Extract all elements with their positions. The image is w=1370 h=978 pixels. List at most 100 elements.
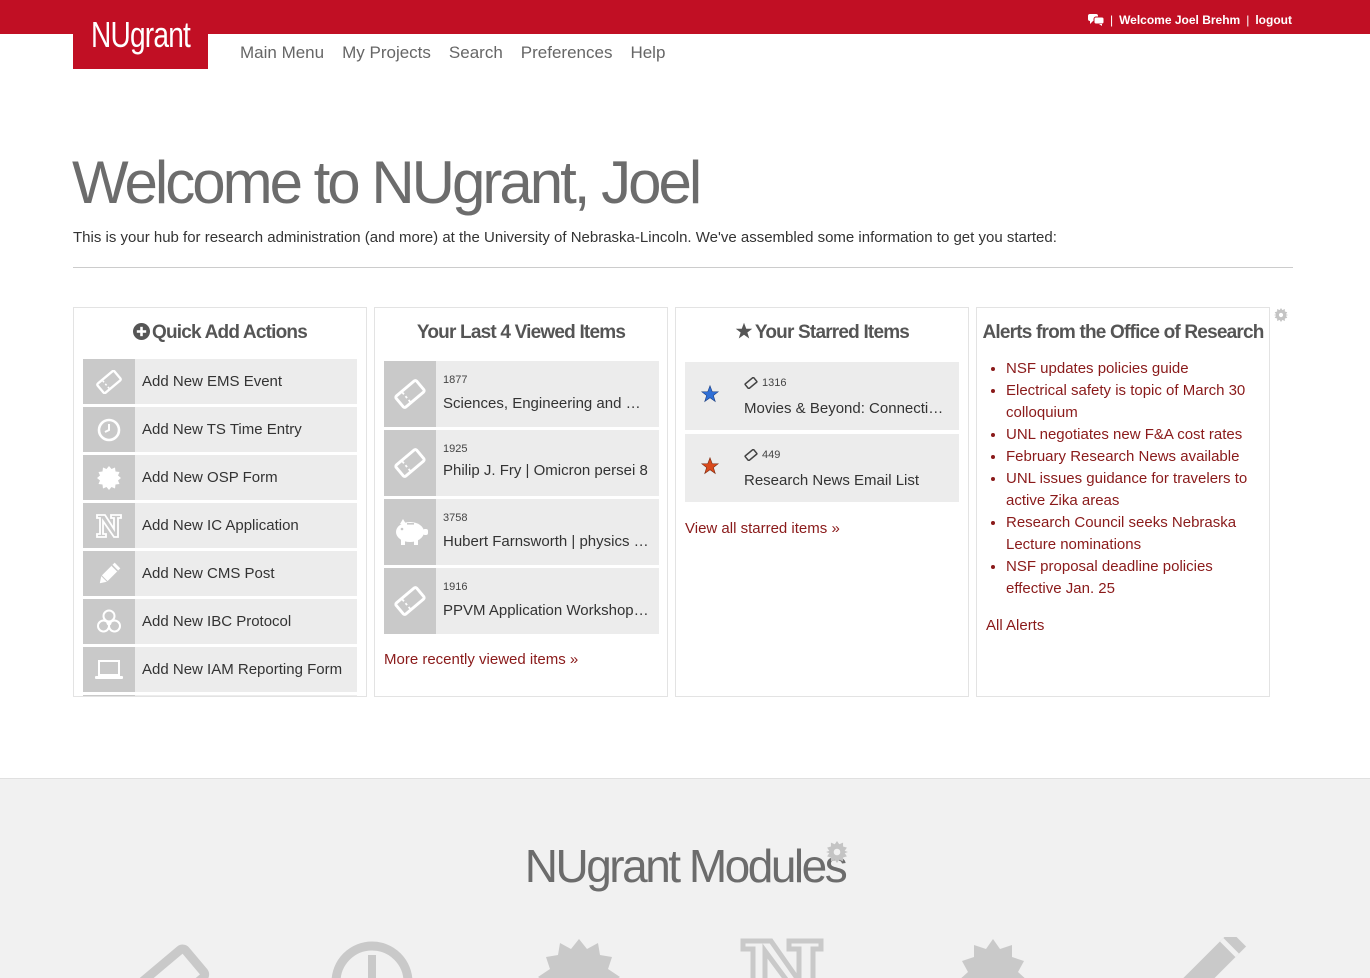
quick-add-title: Quick Add Actions — [152, 322, 308, 343]
main-nav: Main Menu My Projects Search Preferences… — [240, 43, 665, 63]
alert-item[interactable]: NSF updates policies guide — [1006, 358, 1266, 380]
viewed-item[interactable]: 3758 Hubert Farnsworth | physics of time — [384, 499, 659, 565]
nav-help[interactable]: Help — [630, 43, 665, 63]
alert-link[interactable]: NSF updates policies guide — [1006, 360, 1189, 377]
piggy-bank-icon — [384, 499, 436, 565]
nugrant-logo[interactable]: NUgrant — [73, 0, 208, 69]
all-alerts-link[interactable]: All Alerts — [986, 617, 1044, 634]
alert-item[interactable]: February Research News available — [1006, 446, 1266, 468]
quick-add-ibc-protocol[interactable]: Add New IBC Protocol — [83, 599, 357, 644]
separator: | — [1109, 13, 1114, 27]
more-icon — [83, 695, 135, 696]
quick-add-ems-event[interactable]: Add New EMS Event — [83, 359, 357, 404]
viewed-item[interactable]: 1916 PPVM Application Workshop 2016 — [384, 568, 659, 634]
starred-heading: Your Starred Items — [676, 322, 968, 344]
quick-add-iam-reporting-form[interactable]: Add New IAM Reporting Form — [83, 647, 357, 692]
plus-circle-icon — [133, 323, 151, 340]
divider — [73, 267, 1293, 268]
chat-icon[interactable] — [1087, 14, 1104, 26]
modules-section: NUgrant Modules — [0, 778, 1370, 978]
alerts-panel: Alerts from the Office of Research NSF u… — [976, 307, 1270, 697]
biohazard-icon — [83, 599, 135, 644]
quick-add-label: Add New EMS Event — [142, 373, 283, 390]
alert-link[interactable]: Research Council seeks Nebraska Lecture … — [1006, 514, 1236, 553]
modules-title: NUgrant Modules — [524, 840, 848, 892]
seal-icon — [83, 455, 135, 500]
item-title: Research News Email List — [744, 472, 920, 489]
gear-icon[interactable] — [826, 841, 848, 863]
quick-add-label: Add New IC Application — [142, 517, 299, 534]
item-id: 1316 — [762, 377, 787, 389]
last-viewed-panel: Your Last 4 Viewed Items 1877 Sciences, … — [374, 307, 668, 697]
alert-link[interactable]: February Research News available — [1006, 448, 1239, 465]
ticket-icon — [384, 430, 436, 496]
user-bar: | Welcome Joel Brehm | logout — [1087, 13, 1292, 27]
item-id: 1877 — [443, 374, 468, 386]
alert-link[interactable]: Electrical safety is topic of March 30 c… — [1006, 382, 1245, 421]
nav-preferences[interactable]: Preferences — [521, 43, 613, 63]
alert-item[interactable]: Electrical safety is topic of March 30 c… — [1006, 380, 1266, 424]
alert-item[interactable]: Research Council seeks Nebraska Lecture … — [1006, 512, 1266, 556]
starred-item[interactable]: 1316 Movies & Beyond: Connecting Art and… — [685, 362, 959, 430]
item-title: Movies & Beyond: Connecting Art and Scie… — [744, 400, 949, 417]
starred-panel: Your Starred Items 1316 Movies & Beyond:… — [675, 307, 969, 697]
alerts-heading: Alerts from the Office of Research — [982, 322, 1264, 343]
nav-main-menu[interactable]: Main Menu — [240, 43, 324, 63]
quick-add-label: Add New TS Time Entry — [142, 421, 302, 438]
quick-add-overflow[interactable] — [83, 695, 357, 696]
quick-add-cms-post[interactable]: Add New CMS Post — [83, 551, 357, 596]
quick-add-ic-application[interactable]: Add New IC Application — [83, 503, 357, 548]
quick-add-panel: Quick Add Actions Add New EMS Event Add … — [73, 307, 367, 697]
pencil-icon[interactable] — [1165, 937, 1255, 978]
more-recently-viewed-link[interactable]: More recently viewed items » — [384, 651, 578, 668]
separator: | — [1246, 13, 1250, 27]
alert-item[interactable]: UNL issues guidance for travelers to act… — [1006, 468, 1266, 512]
item-id: 449 — [762, 449, 781, 461]
star-icon — [735, 322, 753, 339]
nav-search[interactable]: Search — [449, 43, 503, 63]
alert-link[interactable]: UNL issues guidance for travelers to act… — [1006, 470, 1247, 509]
quick-add-label: Add New OSP Form — [142, 469, 278, 486]
quick-add-label: Add New CMS Post — [142, 565, 275, 582]
star-icon[interactable] — [701, 457, 719, 475]
gear-icon[interactable] — [1274, 308, 1288, 322]
item-title: Hubert Farnsworth | physics of time — [443, 533, 651, 550]
quick-add-ts-time-entry[interactable]: Add New TS Time Entry — [83, 407, 357, 452]
alert-item[interactable]: UNL negotiates new F&A cost rates — [1006, 424, 1266, 446]
ticket-icon — [83, 359, 135, 404]
page-title: Welcome to NUgrant, Joel — [72, 149, 702, 216]
item-id: 1925 — [443, 443, 468, 455]
ticket-icon — [744, 449, 758, 461]
alerts-list: NSF updates policies guide Electrical sa… — [1006, 358, 1266, 600]
ticket-icon — [744, 377, 758, 389]
quick-add-label: Add New IBC Protocol — [142, 613, 292, 630]
alert-item[interactable]: NSF proposal deadline policies effective… — [1006, 556, 1266, 600]
last-viewed-heading: Your Last 4 Viewed Items — [416, 322, 626, 343]
alert-link[interactable]: NSF proposal deadline policies effective… — [1006, 558, 1213, 597]
clock-icon[interactable] — [327, 937, 417, 978]
ticket-icon — [384, 361, 436, 427]
item-title: PPVM Application Workshop 2016 — [443, 602, 651, 619]
item-id-row: 1316 — [744, 377, 786, 389]
gear-icon[interactable] — [948, 937, 1038, 978]
viewed-item[interactable]: 1925 Philip J. Fry | Omicron persei 8 — [384, 430, 659, 496]
logout-link[interactable]: logout — [1255, 13, 1292, 27]
starred-item[interactable]: 449 Research News Email List — [685, 434, 959, 502]
quick-add-osp-form[interactable]: Add New OSP Form — [83, 455, 357, 500]
alert-link[interactable]: UNL negotiates new F&A cost rates — [1006, 426, 1242, 443]
modules-heading: NUgrant Modules — [0, 839, 1370, 893]
star-icon[interactable] — [701, 385, 719, 403]
seal-icon[interactable] — [534, 937, 624, 978]
item-id: 1916 — [443, 581, 468, 593]
ticket-icon[interactable] — [128, 937, 218, 978]
item-title: Sciences, Engineering and Mathematics — [443, 395, 651, 412]
n-logo-icon[interactable] — [737, 937, 827, 978]
nav-my-projects[interactable]: My Projects — [342, 43, 431, 63]
clock-icon — [83, 407, 135, 452]
viewed-item[interactable]: 1877 Sciences, Engineering and Mathemati… — [384, 361, 659, 427]
pencil-icon — [83, 551, 135, 596]
item-title: Philip J. Fry | Omicron persei 8 — [443, 462, 648, 479]
ticket-icon — [384, 568, 436, 634]
welcome-user-text: Welcome Joel Brehm — [1119, 13, 1241, 27]
view-all-starred-link[interactable]: View all starred items » — [685, 520, 840, 537]
